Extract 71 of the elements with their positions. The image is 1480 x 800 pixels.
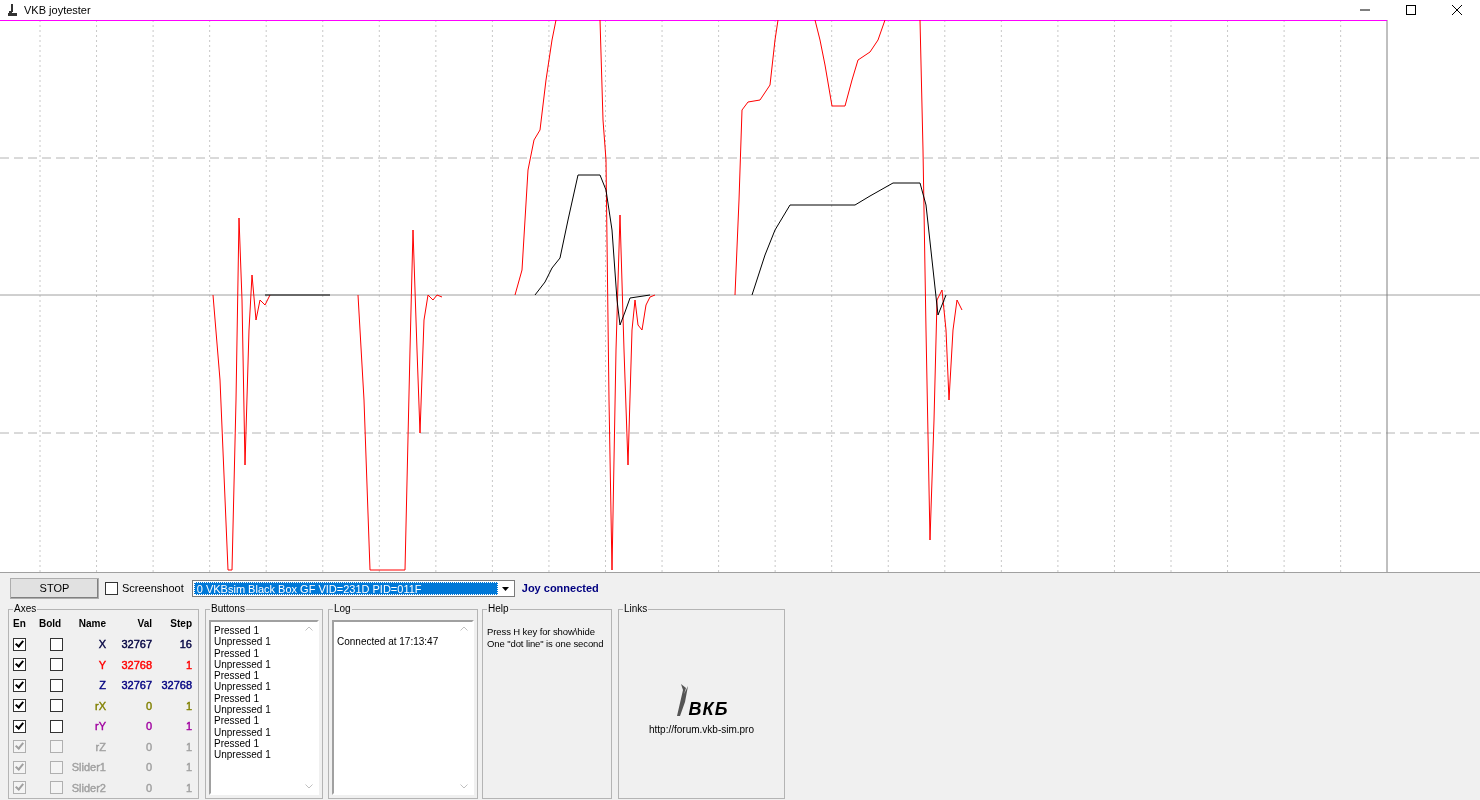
axis-step: 1: [185, 718, 192, 735]
logo: ВКБ: [674, 682, 729, 718]
checkbox[interactable]: [50, 719, 63, 733]
device-dropdown[interactable]: 0 VKBsim Black Box GF VID=231D PID=011F: [191, 580, 515, 597]
axis-value: 0: [145, 719, 152, 734]
connection-status: Joy connected: [521, 581, 599, 597]
axis-value: 0: [145, 698, 152, 714]
checkbox[interactable]: [50, 678, 63, 692]
column-header: Bold: [39, 617, 63, 631]
axis-value: 32767: [121, 637, 152, 652]
axis-value: 32768: [121, 657, 152, 673]
checkbox[interactable]: [50, 637, 63, 651]
list-entry: Pressed 1: [214, 670, 260, 682]
checkbox[interactable]: [13, 678, 26, 692]
caret-icon: [501, 586, 509, 591]
axis-name: Slider2: [71, 780, 106, 796]
group-title: Help: [487, 603, 510, 615]
list-entry: Unpressed 1: [214, 636, 272, 648]
list-entry: Unpressed 1: [214, 658, 272, 671]
list-entry: Unpressed 1: [214, 726, 272, 738]
checkbox[interactable]: [13, 719, 26, 733]
axis-step: 1: [185, 738, 192, 755]
stop-button[interactable]: STOP: [10, 578, 99, 599]
checkbox[interactable]: [50, 699, 63, 713]
maximize-icon: [1406, 5, 1416, 15]
list-entry: Pressed 1: [214, 647, 261, 659]
checkbox[interactable]: [105, 582, 118, 595]
axis-name: Y: [98, 657, 106, 673]
window-title: VKB joytester: [24, 2, 91, 18]
group-title: Links: [623, 603, 649, 615]
column-header: Step: [169, 617, 193, 631]
checkbox[interactable]: [13, 658, 26, 672]
list-entry: Pressed 1: [214, 737, 260, 750]
axis-name: rZ: [95, 739, 106, 755]
axis-name: Z: [99, 678, 106, 693]
axis-step: 1: [185, 759, 192, 776]
list-entry: Unpressed 1: [214, 704, 272, 716]
checkbox[interactable]: [13, 699, 26, 713]
axis-name: Slider1: [71, 760, 106, 775]
column-header: Val: [136, 617, 153, 631]
group-title: Buttons: [210, 603, 246, 615]
help-text: One "dot line" is one second: [487, 637, 605, 649]
close-icon: [1452, 5, 1462, 15]
axis-value: 0: [145, 780, 152, 796]
joystick-icon: [6, 3, 18, 17]
list-entry: Unpressed 1: [214, 681, 272, 693]
axis-step: 1: [185, 697, 192, 714]
checkbox-label: Screenshoot: [122, 581, 184, 597]
axis-step: 1: [185, 656, 192, 673]
list-entry: Unpressed 1: [214, 749, 272, 761]
column-header: En: [13, 617, 27, 631]
axis-step: 1: [185, 779, 192, 796]
list-entry: Connected at 17:13:47: [337, 636, 440, 648]
axis-step: 16: [179, 636, 192, 653]
group-title: Log: [333, 603, 352, 615]
forum-link[interactable]: http://forum.vkb-sim.pro: [649, 722, 754, 737]
group-title: Axes: [13, 603, 38, 615]
axis-value: 32767: [121, 678, 152, 693]
list-entry: Pressed 1: [214, 692, 261, 705]
checkbox[interactable]: [13, 637, 26, 651]
axis-value: 0: [145, 739, 152, 755]
help-text: Press H key for show\hide: [487, 626, 596, 638]
checkbox[interactable]: [50, 658, 63, 672]
column-header: Name: [77, 617, 107, 631]
axis-name: rX: [95, 698, 106, 714]
axis-name: rY: [95, 719, 106, 734]
axis-value: 0: [145, 760, 152, 775]
list-entry: Pressed 1: [214, 625, 261, 637]
list-entry: Pressed 1: [214, 715, 260, 727]
axis-step: 32768: [161, 677, 192, 694]
axis-name: X: [98, 637, 106, 652]
